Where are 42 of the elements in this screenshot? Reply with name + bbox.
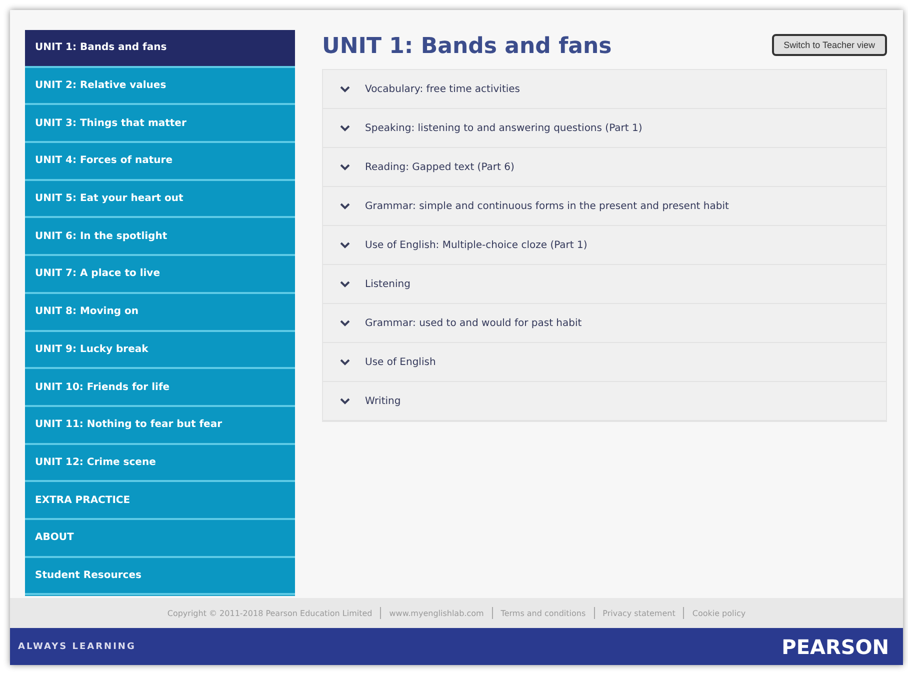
sidebar-item[interactable]: UNIT 12: Crime scene xyxy=(25,444,295,482)
brand-logo: PEARSON xyxy=(782,634,889,658)
sidebar-item[interactable]: EXTRA PRACTICE xyxy=(25,482,295,520)
section-label: Grammar: simple and continuous forms in the present and present habit xyxy=(365,200,729,212)
section-label: Use of English: Multiple-choice cloze (Part 1) xyxy=(365,240,588,250)
section-label: Use of English xyxy=(365,356,436,368)
section-row[interactable]: Reading: Gapped text (Part 6) xyxy=(323,148,886,187)
sidebar-item[interactable]: UNIT 11: Nothing to fear but fear xyxy=(25,406,295,445)
sidebar-item[interactable]: ABOUT xyxy=(25,520,295,558)
sidebar-item[interactable]: Student Resources xyxy=(25,558,295,596)
sidebar-item[interactable]: UNIT 6: In the spotlight xyxy=(25,218,295,256)
teacher-view-button[interactable]: Switch to Teacher view xyxy=(772,34,887,56)
sidebar-item[interactable]: UNIT 3: Things that matter xyxy=(25,105,295,144)
section-row[interactable]: Writing xyxy=(323,382,886,421)
footer-link[interactable]: Terms and conditions xyxy=(500,608,586,618)
sidebar-item[interactable]: UNIT 5: Eat your heart out xyxy=(25,180,295,218)
section-label: Writing xyxy=(365,396,401,406)
footer-link[interactable]: Privacy statement xyxy=(602,608,676,618)
sidebar-item[interactable]: UNIT 8: Moving on xyxy=(25,294,295,332)
section-row[interactable]: Speaking: listening to and answering questions (Part 1) xyxy=(323,109,886,148)
section-row[interactable]: Use of English: Multiple-choice cloze (Part 1) xyxy=(323,226,886,265)
sidebar-item[interactable]: UNIT 7: A place to live xyxy=(25,256,295,294)
section-row[interactable]: Vocabulary: free time activities xyxy=(323,70,886,109)
section-label: Speaking: listening to and answering questions (Part 1) xyxy=(365,122,642,134)
page-title: UNIT 1: Bands and fans xyxy=(322,34,612,59)
sidebar-item[interactable]: UNIT 1: Bands and fans xyxy=(25,30,295,68)
footer-link[interactable]: Copyright © 2011-2018 Pearson Education Limited xyxy=(167,608,372,618)
tagline: ALWAYS LEARNING xyxy=(18,642,136,652)
sidebar-item[interactable]: UNIT 10: Friends for life xyxy=(25,369,295,407)
sidebar-item[interactable]: UNIT 9: Lucky break xyxy=(25,332,295,370)
section-row[interactable]: Listening xyxy=(323,265,886,304)
section-row[interactable]: Use of English xyxy=(323,343,886,382)
section-label: Grammar: used to and would for past habit xyxy=(365,318,582,328)
section-label: Reading: Gapped text (Part 6) xyxy=(365,162,514,172)
footer-link[interactable]: www.myenglishlab.com xyxy=(389,608,484,618)
sidebar-item[interactable]: UNIT 4: Forces of nature xyxy=(25,143,295,181)
section-row[interactable]: Grammar: used to and would for past habit xyxy=(323,304,886,343)
sidebar-item[interactable]: UNIT 2: Relative values xyxy=(25,68,295,106)
section-label: Vocabulary: free time activities xyxy=(365,84,520,94)
section-label: Listening xyxy=(365,278,410,290)
section-row[interactable]: Grammar: simple and continuous forms in the present and present habit xyxy=(323,187,886,226)
footer-link[interactable]: Cookie policy xyxy=(692,608,746,618)
